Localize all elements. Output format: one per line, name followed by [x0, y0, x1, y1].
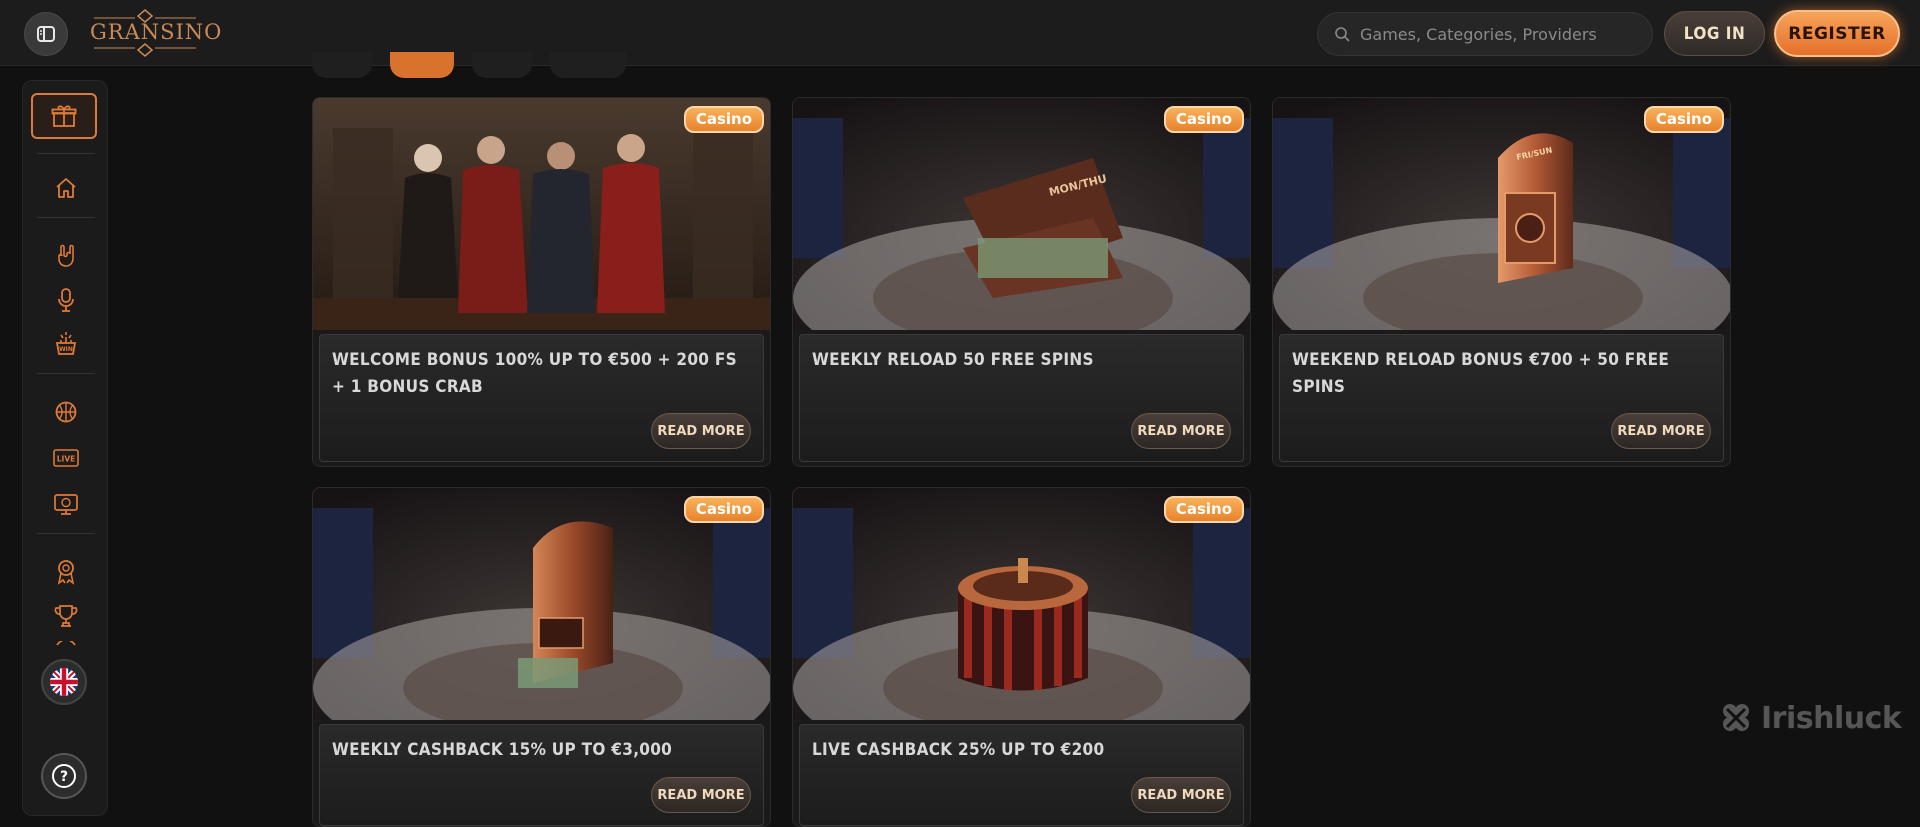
sidebar-item-live-betting[interactable]: LIVE — [51, 443, 81, 473]
gransino-logo[interactable]: GRANSINO — [90, 8, 223, 58]
read-more-button[interactable]: READ MORE — [1131, 777, 1231, 813]
trophy-icon — [54, 605, 78, 627]
sidebar-item-live-shows[interactable] — [51, 285, 81, 315]
irishluck-watermark: Irishluck — [1717, 695, 1907, 741]
promo-card: FRI/SUN Casino WEEKEND RELOAD BONUS €700… — [1272, 97, 1731, 467]
help-icon: ? — [52, 764, 76, 788]
category-badge: Casino — [1643, 106, 1724, 133]
promo-image-weekly-reload[interactable]: MON/THU Casino — [793, 98, 1250, 330]
sidebar-divider — [37, 153, 95, 154]
sidebar-item-jackpots[interactable]: WIN — [51, 329, 81, 359]
promo-title: WEEKLY CASHBACK 15% UP TO €3,000 — [332, 740, 673, 760]
svg-text:WIN: WIN — [59, 346, 73, 353]
language-selector[interactable] — [41, 659, 87, 705]
logo-text: GRANSINO — [90, 20, 223, 44]
sidebar-item-more[interactable] — [51, 641, 81, 653]
promo-title: WEEKLY RELOAD 50 FREE SPINS — [812, 350, 1094, 370]
sidebar-toggle-icon — [37, 26, 55, 42]
sidebar-item-slots[interactable] — [51, 241, 81, 271]
promo-card-body: WEEKLY CASHBACK 15% UP TO €3,000 READ MO… — [319, 724, 764, 826]
sidebar-divider — [37, 217, 95, 218]
top-header: GRANSINO LOG IN REGISTER — [0, 0, 1920, 66]
promo-card: MON/THU Casino WEEKLY RELOAD 50 FREE SPI… — [792, 97, 1251, 467]
sidebar-divider — [37, 373, 95, 374]
tab-sport[interactable] — [472, 52, 532, 78]
sidebar-divider — [37, 533, 95, 534]
promo-image-weekly-cashback[interactable]: Casino — [313, 488, 770, 720]
promo-card-body: WEEKEND RELOAD BONUS €700 + 50 FREE SPIN… — [1279, 334, 1724, 462]
search-icon — [1335, 27, 1350, 42]
category-badge: Casino — [1163, 106, 1244, 133]
live-label: LIVE — [57, 455, 76, 464]
tab-live[interactable] — [550, 52, 626, 78]
virtual-sports-icon — [54, 494, 78, 515]
watermark-text: Irishluck — [1761, 700, 1902, 736]
category-badge: Casino — [683, 106, 764, 133]
read-more-button[interactable]: READ MORE — [1131, 413, 1231, 449]
sidebar-item-virtual-sports[interactable] — [51, 489, 81, 519]
win-basket-icon: WIN — [55, 332, 77, 355]
gift-icon — [51, 105, 77, 127]
promo-image-welcome[interactable]: Casino — [313, 98, 770, 330]
promo-title: LIVE CASHBACK 25% UP TO €200 — [812, 740, 1105, 760]
read-more-button[interactable]: READ MORE — [1611, 413, 1711, 449]
sidebar-item-sports[interactable] — [51, 397, 81, 427]
basketball-icon — [55, 401, 77, 423]
register-button[interactable]: REGISTER — [1774, 10, 1900, 57]
category-badge: Casino — [683, 496, 764, 523]
home-icon — [56, 178, 76, 198]
promo-card-body: LIVE CASHBACK 25% UP TO €200 READ MORE — [799, 724, 1244, 826]
category-badge: Casino — [1163, 496, 1244, 523]
microphone-icon — [58, 288, 74, 312]
promo-card: Casino LIVE CASHBACK 25% UP TO €200 READ… — [792, 487, 1251, 827]
partial-icon — [56, 641, 76, 646]
sidebar-item-home[interactable] — [51, 173, 81, 203]
read-more-button[interactable]: READ MORE — [651, 413, 751, 449]
promo-image-live-cashback[interactable]: Casino — [793, 488, 1250, 720]
promo-title: WELCOME BONUS 100% UP TO €500 + 200 FS +… — [332, 350, 737, 397]
sidebar: WIN LIVE ? — [22, 80, 108, 816]
shamrock-icon — [1723, 704, 1749, 731]
sidebar-item-loyalty[interactable] — [51, 557, 81, 587]
promo-card: Casino WEEKLY CASHBACK 15% UP TO €3,000 … — [312, 487, 771, 827]
sidebar-toggle-button[interactable] — [24, 12, 68, 56]
search-bar[interactable] — [1317, 12, 1653, 56]
promo-card-body: WEEKLY RELOAD 50 FREE SPINS READ MORE — [799, 334, 1244, 462]
promo-card-body: WELCOME BONUS 100% UP TO €500 + 200 FS +… — [319, 334, 764, 462]
flag-uk-icon — [50, 668, 78, 696]
promo-image-weekend-reload[interactable]: FRI/SUN Casino — [1273, 98, 1730, 330]
search-input[interactable] — [1360, 24, 1630, 44]
tab-all[interactable] — [312, 52, 372, 78]
tab-casino[interactable] — [390, 52, 454, 78]
live-icon: LIVE — [53, 449, 79, 467]
category-tabs — [312, 52, 636, 78]
login-button[interactable]: LOG IN — [1664, 11, 1765, 56]
rock-hand-icon — [58, 244, 74, 267]
promo-card: Casino WELCOME BONUS 100% UP TO €500 + 2… — [312, 97, 771, 467]
sidebar-item-promotions[interactable] — [31, 93, 97, 139]
promo-title: WEEKEND RELOAD BONUS €700 + 50 FREE SPIN… — [1292, 350, 1670, 397]
award-ribbon-icon — [57, 560, 75, 585]
help-glyph: ? — [60, 769, 68, 785]
help-button[interactable]: ? — [41, 753, 87, 799]
sidebar-item-tournaments[interactable] — [51, 601, 81, 631]
read-more-button[interactable]: READ MORE — [651, 777, 751, 813]
